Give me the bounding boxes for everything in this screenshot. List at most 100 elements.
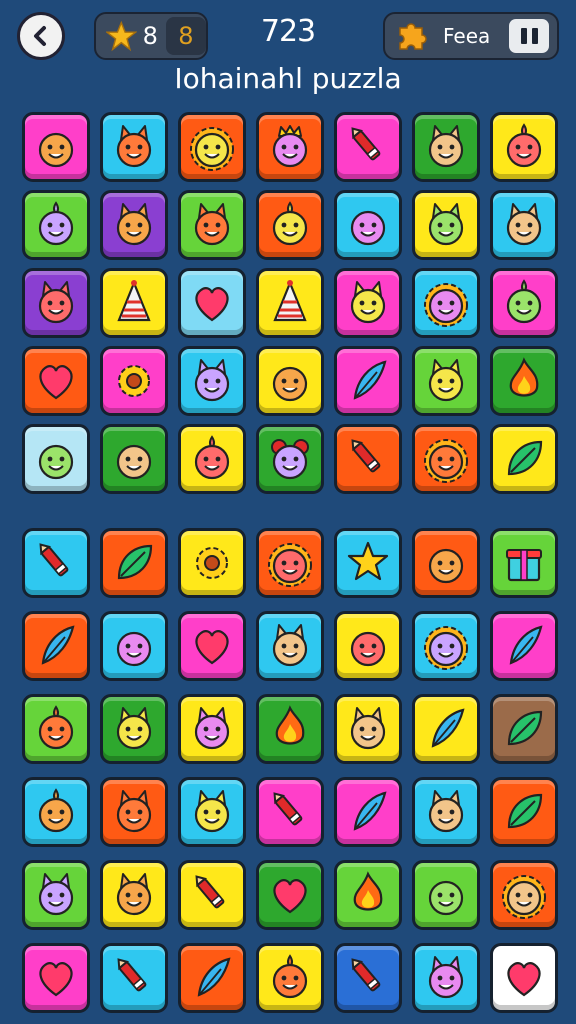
- lion-face-icon: [424, 626, 468, 670]
- cat-face-icon: [428, 359, 464, 402]
- game-tile[interactable]: [256, 611, 324, 681]
- feature-label[interactable]: Feea: [443, 24, 490, 48]
- game-tile[interactable]: [22, 528, 90, 598]
- game-tile[interactable]: [256, 777, 324, 847]
- game-tile[interactable]: [412, 346, 480, 416]
- game-tile[interactable]: [22, 424, 90, 494]
- game-tile[interactable]: [412, 268, 480, 338]
- game-tile[interactable]: [334, 424, 402, 494]
- game-tile[interactable]: [100, 528, 168, 598]
- sun-face-icon: [424, 439, 468, 483]
- game-tile[interactable]: [100, 424, 168, 494]
- game-tile[interactable]: [490, 190, 558, 260]
- game-tile[interactable]: [100, 112, 168, 182]
- game-tile[interactable]: [22, 611, 90, 681]
- game-tile[interactable]: [412, 694, 480, 764]
- leaf-icon: [117, 544, 153, 580]
- game-tile[interactable]: [412, 777, 480, 847]
- game-tile[interactable]: [100, 860, 168, 930]
- tile-board-top: [22, 112, 558, 494]
- game-tile[interactable]: [334, 268, 402, 338]
- onion-face-icon: [38, 201, 74, 246]
- game-tile[interactable]: [256, 860, 324, 930]
- game-tile[interactable]: [22, 268, 90, 338]
- game-tile[interactable]: [22, 943, 90, 1013]
- game-tile[interactable]: [22, 346, 90, 416]
- game-tile[interactable]: [490, 860, 558, 930]
- party-hat-icon: [117, 280, 151, 322]
- game-tile[interactable]: [412, 943, 480, 1013]
- game-tile[interactable]: [334, 346, 402, 416]
- stars-value: 8: [142, 22, 158, 50]
- feather-icon: [431, 708, 465, 748]
- game-tile[interactable]: [178, 424, 246, 494]
- game-tile[interactable]: [256, 528, 324, 598]
- game-tile[interactable]: [490, 528, 558, 598]
- game-tile[interactable]: [490, 611, 558, 681]
- game-tile[interactable]: [412, 611, 480, 681]
- game-tile[interactable]: [178, 860, 246, 930]
- heart-icon: [195, 630, 229, 665]
- back-button[interactable]: [17, 12, 65, 60]
- crayon-icon: [273, 792, 303, 826]
- goblin-face-icon: [506, 203, 542, 246]
- game-tile[interactable]: [100, 777, 168, 847]
- game-tile[interactable]: [100, 268, 168, 338]
- game-tile[interactable]: [100, 190, 168, 260]
- game-tile[interactable]: [490, 346, 558, 416]
- game-tile[interactable]: [490, 112, 558, 182]
- game-tile[interactable]: [256, 268, 324, 338]
- pause-button[interactable]: [509, 19, 549, 53]
- game-tile[interactable]: [178, 268, 246, 338]
- game-tile[interactable]: [256, 694, 324, 764]
- game-tile[interactable]: [334, 860, 402, 930]
- game-tile[interactable]: [22, 777, 90, 847]
- cat-face-icon: [194, 359, 230, 402]
- game-tile[interactable]: [334, 611, 402, 681]
- game-tile[interactable]: [22, 860, 90, 930]
- cat-face-icon: [116, 125, 152, 168]
- game-tile[interactable]: [178, 346, 246, 416]
- game-tile[interactable]: [178, 190, 246, 260]
- game-tile[interactable]: [100, 346, 168, 416]
- page-title: Iohainahl puzzla: [174, 62, 402, 95]
- game-tile[interactable]: [178, 943, 246, 1013]
- game-tile[interactable]: [22, 190, 90, 260]
- game-tile[interactable]: [490, 424, 558, 494]
- sunflower-icon: [196, 547, 228, 579]
- game-tile[interactable]: [178, 777, 246, 847]
- game-tile[interactable]: [22, 112, 90, 182]
- game-tile[interactable]: [256, 943, 324, 1013]
- game-tile[interactable]: [256, 112, 324, 182]
- game-tile[interactable]: [490, 943, 558, 1013]
- game-tile[interactable]: [178, 528, 246, 598]
- blob-face-icon: [272, 201, 308, 246]
- game-tile[interactable]: [334, 943, 402, 1013]
- game-tile[interactable]: [178, 112, 246, 182]
- game-tile[interactable]: [178, 611, 246, 681]
- game-tile[interactable]: [256, 346, 324, 416]
- game-tile[interactable]: [412, 424, 480, 494]
- game-tile[interactable]: [22, 694, 90, 764]
- game-tile[interactable]: [412, 190, 480, 260]
- goblin-face-icon: [194, 790, 230, 833]
- game-tile[interactable]: [178, 694, 246, 764]
- game-tile[interactable]: [334, 112, 402, 182]
- game-tile[interactable]: [490, 777, 558, 847]
- game-tile[interactable]: [334, 777, 402, 847]
- game-tile[interactable]: [412, 112, 480, 182]
- game-tile[interactable]: [256, 190, 324, 260]
- game-tile[interactable]: [100, 943, 168, 1013]
- game-tile[interactable]: [100, 611, 168, 681]
- game-tile[interactable]: [490, 694, 558, 764]
- game-tile[interactable]: [334, 190, 402, 260]
- game-tile[interactable]: [490, 268, 558, 338]
- game-tile[interactable]: [412, 860, 480, 930]
- game-tile[interactable]: [256, 424, 324, 494]
- flame-icon: [275, 705, 305, 745]
- game-tile[interactable]: [334, 528, 402, 598]
- star-icon: [347, 541, 389, 581]
- game-tile[interactable]: [100, 694, 168, 764]
- game-tile[interactable]: [334, 694, 402, 764]
- game-tile[interactable]: [412, 528, 480, 598]
